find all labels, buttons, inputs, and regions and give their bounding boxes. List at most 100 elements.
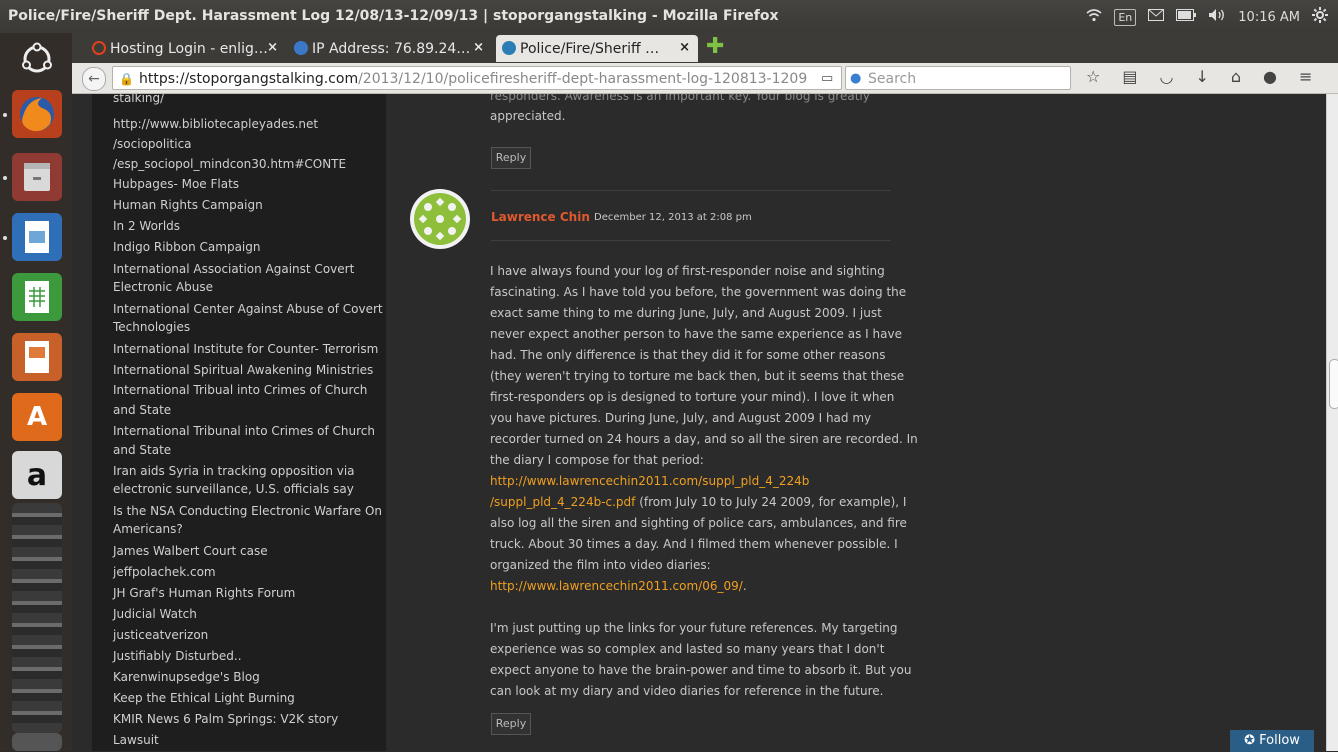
commenter-avatar [410,189,470,249]
search-input[interactable]: ● Search [845,66,1071,90]
new-tab-button[interactable]: ✚ [706,35,724,59]
tab-close-icon[interactable]: × [473,40,484,55]
tab-police-fire-sheriff[interactable]: Police/Fire/Sheriff … × [496,35,698,62]
blogroll-link[interactable]: Karenwinupsedge's Blog [113,667,260,687]
launcher-stacked-apps[interactable] [12,503,62,733]
back-button[interactable]: ← [82,67,106,91]
search-engine-icon: ● [850,67,861,91]
launcher-files-icon[interactable] [12,153,62,201]
blogroll-link[interactable]: jeffpolachek.com [113,562,216,582]
comment-header-divider [491,240,891,241]
launcher-calc-icon[interactable] [12,273,62,321]
blogroll-link[interactable]: and State [113,440,171,460]
blogroll-link[interactable]: /esp_sociopol_mindcon30.htm#CONTE [113,154,346,174]
hello-chat-icon[interactable]: ● [1263,67,1277,86]
launcher-dvd-icon[interactable] [12,733,62,751]
comment-text-line: never expect another person to have the … [490,324,902,345]
blogroll-link[interactable]: Iran aids Syria in tracking opposition v… [113,461,355,481]
blogroll-link[interactable]: and State [113,400,171,420]
settings-gear-icon[interactable] [1312,7,1328,27]
reply-button[interactable]: Reply [491,147,531,169]
follow-button[interactable]: ✪ Follow [1230,730,1314,752]
blogroll-link[interactable]: Judicial Watch [113,604,197,624]
blogroll-link[interactable]: International Tribual into Crimes of Chu… [113,380,367,400]
blogroll-link[interactable]: KMIR News 6 Palm Springs: V2K story [113,709,338,729]
top-panel: Police/Fire/Sheriff Dept. Harassment Log… [0,0,1338,33]
tab-favicon-icon [92,41,106,55]
launcher-firefox-icon[interactable] [12,90,62,138]
wifi-icon[interactable] [1086,8,1102,26]
blogroll-link[interactable]: Lawsuit [113,730,159,750]
mail-icon[interactable] [1148,9,1164,25]
blogroll-link[interactable]: Indigo Ribbon Campaign [113,237,261,257]
downloads-icon[interactable]: ↓ [1195,67,1208,86]
video-diaries-link[interactable]: http://www.lawrencechin2011.com/06_09/ [490,579,743,593]
blogroll-link[interactable]: JH Graf's Human Rights Forum [113,583,295,603]
blogroll-link[interactable]: International Institute for Counter- Ter… [113,339,378,359]
blogroll-link[interactable]: James Walbert Court case [113,541,268,561]
scrollbar-thumb[interactable] [1329,359,1338,409]
tab-close-icon[interactable]: × [267,40,278,55]
launcher-impress-icon[interactable] [12,333,62,381]
dash-home-button[interactable] [12,41,62,77]
comment-date[interactable]: December 12, 2013 at 2:08 pm [594,212,752,223]
blogroll-link[interactable]: International Center Against Abuse of Co… [113,299,383,319]
comment-text-line: I have always found your log of first-re… [490,261,885,282]
tab-strip: Hosting Login - enlig… × IP Address: 76.… [72,33,1338,63]
launcher-amazon-icon[interactable]: a [12,451,62,499]
url-bar-actions: ▭ ↻ [821,67,842,90]
comment-text-line: recorder turned on 24 hours a day, and s… [490,429,918,450]
keyboard-layout-indicator[interactable]: En [1114,9,1136,26]
diary-pdf-link[interactable]: /suppl_pld_4_224b-c.pdf [490,495,635,509]
diary-pdf-link[interactable]: http://www.lawrencechin2011.com/suppl_pl… [490,471,809,492]
bookmark-star-icon[interactable]: ☆ [1086,67,1100,86]
page-scrollbar[interactable] [1326,94,1338,751]
blogroll-link[interactable]: Justifiably Disturbed.. [113,646,242,666]
reply-button[interactable]: Reply [491,713,531,735]
blogroll-link[interactable]: Electronic Abuse [113,277,213,297]
blogroll-link[interactable]: Hubpages- Moe Flats [113,174,239,194]
comments-area: responders. Awareness is an important ke… [386,94,1326,751]
blogroll-link[interactable]: Americans? [113,519,183,539]
blogroll-link[interactable]: Technologies [113,317,190,337]
blogroll-link[interactable]: electronic surveillance, U.S. officials … [113,479,354,499]
menu-icon[interactable]: ≡ [1299,67,1312,86]
tab-label: IP Address: 76.89.24… [312,41,470,57]
comment-divider [491,190,891,191]
blogroll-link[interactable]: Human Rights Campaign [113,195,263,215]
comment-text-line: can look at my diary and video diaries f… [490,681,884,702]
blogroll-link[interactable]: In 2 Worlds [113,216,180,236]
tab-wordpress-icon [502,41,516,55]
blogroll-link[interactable]: Keep the Ethical Light Burning [113,688,295,708]
comment-text-line: also log all the siren and sighting of p… [490,513,907,534]
blogroll-link[interactable]: Is the NSA Conducting Electronic Warfare… [113,501,382,521]
previous-comment-text: appreciated. [490,106,565,127]
reader-view-icon[interactable]: ▭ [821,71,833,86]
indicator-area: En 10:16 AM [1086,7,1328,27]
tab-close-icon[interactable]: × [679,40,690,55]
blogroll-link[interactable]: stalking/ [113,94,164,108]
blogroll-link[interactable]: /sociopolitica [113,134,192,154]
bookmarks-list-icon[interactable]: ▤ [1122,67,1137,86]
launcher-writer-icon[interactable] [12,213,62,261]
comment-text-line: http://www.lawrencechin2011.com/06_09/. [490,576,747,597]
tab-globe-icon [294,41,308,55]
blogroll-link[interactable]: http://www.bibliotecapleyades.net [113,114,318,134]
blogroll-link[interactable]: International Association Against Covert [113,259,354,279]
comment-author[interactable]: Lawrence Chin [491,210,590,224]
battery-icon[interactable] [1176,9,1196,25]
tab-hosting-login[interactable]: Hosting Login - enlig… × [86,35,286,62]
url-bar[interactable]: 🔒 https://stoporgangstalking.com/2013/12… [112,66,842,90]
home-icon[interactable]: ⌂ [1231,67,1241,86]
comment-text-line: I'm just putting up the links for your f… [490,618,898,639]
blogroll-link[interactable]: justiceatverizon [113,625,208,645]
pocket-icon[interactable]: ◡ [1159,67,1173,86]
tab-ip-address[interactable]: IP Address: 76.89.24… × [288,35,492,62]
navigation-bar: ← 🔒 https://stoporgangstalking.com/2013/… [72,63,1338,94]
volume-icon[interactable] [1208,8,1226,26]
blogroll-link[interactable]: International Tribunal into Crimes of Ch… [113,421,375,441]
blogroll-link[interactable]: International Spiritual Awakening Minist… [113,360,373,380]
launcher-software-center-icon[interactable]: A [12,393,62,441]
clock[interactable]: 10:16 AM [1238,10,1300,25]
url-host: https://stoporgangstalking.com [139,71,358,87]
